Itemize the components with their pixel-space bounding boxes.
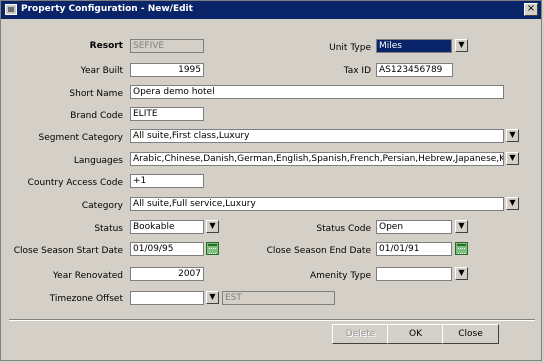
brand-code-label: Brand Code xyxy=(70,111,123,121)
country-access-code-field[interactable]: +1 xyxy=(130,174,204,188)
amenity-type-field[interactable] xyxy=(376,267,452,281)
close-season-start-label: Close Season Start Date xyxy=(13,246,123,256)
status-code-field[interactable]: Open xyxy=(376,220,452,234)
timezone-offset-label: Timezone Offset xyxy=(49,294,123,304)
amenity-type-dropdown-icon[interactable]: ▼ xyxy=(455,267,468,280)
short-name-field[interactable]: Opera demo hotel xyxy=(130,85,504,99)
year-built-field[interactable]: 1995 xyxy=(130,63,204,77)
category-dropdown-icon[interactable]: ▼ xyxy=(506,197,519,210)
languages-dropdown-icon[interactable]: ▼ xyxy=(506,152,519,165)
unit-type-field[interactable]: Miles xyxy=(376,39,452,53)
status-label: Status xyxy=(94,224,123,234)
window-close-button[interactable]: × xyxy=(524,3,538,16)
button-separator xyxy=(9,319,535,321)
delete-button[interactable]: Delete xyxy=(332,324,389,344)
segment-category-label: Segment Category xyxy=(38,133,123,143)
close-button[interactable]: Close xyxy=(442,324,499,344)
short-name-label: Short Name xyxy=(69,89,123,99)
window-title: Property Configuration - New/Edit xyxy=(21,4,193,14)
category-label: Category xyxy=(81,201,123,211)
tax-id-label: Tax ID xyxy=(343,66,371,76)
status-code-label: Status Code xyxy=(316,224,371,234)
status-code-dropdown-icon[interactable]: ▼ xyxy=(455,220,468,233)
timezone-offset-field[interactable] xyxy=(130,291,204,305)
calendar-icon[interactable] xyxy=(455,242,468,255)
languages-label: Languages xyxy=(73,156,123,166)
close-season-end-field[interactable]: 01/01/91 xyxy=(376,242,452,256)
timezone-name-field: EST xyxy=(222,291,335,305)
close-season-end-label: Close Season End Date xyxy=(266,246,371,256)
resort-label: Resort xyxy=(89,41,123,51)
year-renovated-label: Year Renovated xyxy=(52,271,123,281)
close-season-start-field[interactable]: 01/09/95 xyxy=(130,242,204,256)
languages-field[interactable]: Arabic,Chinese,Danish,German,English,Spa… xyxy=(130,152,504,166)
country-access-code-label: Country Access Code xyxy=(27,178,123,188)
timezone-offset-dropdown-icon[interactable]: ▼ xyxy=(206,291,219,304)
segment-category-field[interactable]: All suite,First class,Luxury xyxy=(130,129,504,143)
title-bar: Property Configuration - New/Edit × xyxy=(1,1,541,19)
ok-button[interactable]: OK xyxy=(387,324,444,344)
category-field[interactable]: All suite,Full service,Luxury xyxy=(130,197,504,211)
year-built-label: Year Built xyxy=(80,66,123,76)
brand-code-field[interactable]: ELITE xyxy=(130,107,204,121)
app-icon xyxy=(5,4,17,15)
resort-field: SEFIVE xyxy=(130,39,204,53)
status-dropdown-icon[interactable]: ▼ xyxy=(206,220,219,233)
calendar-icon[interactable] xyxy=(206,242,219,255)
amenity-type-label: Amenity Type xyxy=(309,271,371,281)
year-renovated-field[interactable]: 2007 xyxy=(130,267,204,281)
status-field[interactable]: Bookable xyxy=(130,220,204,234)
unit-type-dropdown-icon[interactable]: ▼ xyxy=(455,39,468,52)
tax-id-field[interactable]: AS123456789 xyxy=(376,63,453,77)
segment-category-dropdown-icon[interactable]: ▼ xyxy=(506,129,519,142)
property-configuration-window: Property Configuration - New/Edit × Reso… xyxy=(0,0,542,361)
unit-type-label: Unit Type xyxy=(329,43,371,53)
